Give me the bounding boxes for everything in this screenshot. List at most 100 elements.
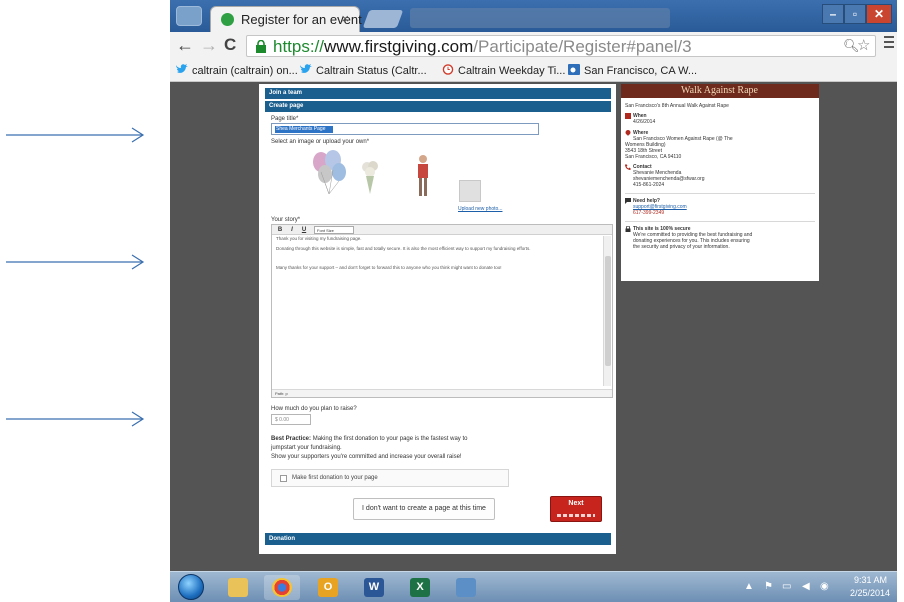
start-button[interactable] [178, 574, 204, 600]
outlook-icon: O [318, 578, 338, 597]
flag-icon[interactable]: ⚑ [764, 581, 773, 592]
twitter-bird-icon [300, 64, 312, 73]
minimize-button[interactable]: – [822, 4, 844, 24]
goal-label: How much do you plan to raise? [271, 406, 357, 412]
registration-form: Join a team Create page Page title* Shea… [259, 84, 616, 554]
maximize-button[interactable]: ▫ [844, 4, 866, 24]
chrome-menu-icon[interactable] [884, 36, 894, 50]
bold-button[interactable]: B [275, 226, 285, 234]
editor-status-bar: Path: p [272, 389, 612, 397]
tray-expand-icon[interactable]: ▲ [744, 581, 754, 592]
forward-arrow-icon[interactable]: → [200, 35, 218, 56]
taskbar-explorer[interactable] [220, 575, 256, 600]
balloons-image-option[interactable] [309, 150, 349, 196]
story-text-line: Many thanks for your support – and don't… [276, 265, 502, 270]
right-margin [897, 0, 904, 602]
story-editor[interactable]: B I U Font Size Thank you for visiting m… [271, 224, 613, 398]
url-text: https://www.firstgiving.com/Participate/… [273, 37, 692, 56]
taskbar-app[interactable] [448, 575, 484, 600]
next-button-label: Next [568, 500, 584, 507]
globe-icon[interactable]: ◉ [820, 581, 829, 592]
taskbar-excel[interactable]: X [402, 575, 438, 600]
twitter-bird-icon [176, 64, 188, 73]
browser-toolbar: ← → C https://www.firstgiving.com/Partic… [170, 32, 897, 60]
annotation-arrow-icon [6, 411, 145, 427]
page-title-value: Shea Merchants Page [275, 126, 333, 133]
skip-create-page-button[interactable]: I don't want to create a page at this ti… [353, 498, 495, 520]
phone-icon [625, 164, 631, 170]
bookmark-item[interactable]: San Francisco, CA W... [568, 64, 697, 77]
divider [625, 193, 815, 194]
taskbar-chrome[interactable] [264, 575, 300, 600]
create-page-section-bar[interactable]: Create page [265, 101, 611, 112]
back-arrow-icon[interactable]: ← [176, 35, 194, 56]
clock-time[interactable]: 9:31 AM [854, 575, 887, 585]
word-icon: W [364, 578, 384, 597]
calendar-icon [625, 113, 631, 119]
tab-close-icon[interactable]: × [341, 11, 349, 26]
first-donation-checkbox[interactable] [280, 475, 287, 482]
folder-icon [228, 578, 248, 597]
join-team-section-bar[interactable]: Join a team [265, 88, 611, 99]
editor-scrollbar[interactable] [603, 236, 611, 386]
page-title-label: Page title* [271, 116, 299, 122]
story-text-line: Donating through this website is simple,… [276, 246, 531, 251]
location-pin-icon [625, 130, 631, 136]
help-phone: 617-399-2349 [633, 210, 665, 216]
bookmark-item[interactable]: Caltrain Weekday Ti... [442, 64, 565, 77]
best-practice-note: Best Practice: Making the first donation… [271, 436, 468, 460]
event-banner: Walk Against Rape [621, 84, 819, 98]
close-window-button[interactable]: ✕ [866, 4, 892, 24]
windows-taskbar: O W X ▲ ⚑ ▭ ◀ ◉ 9:31 AM 2/25/2014 [170, 571, 897, 602]
page-title-input[interactable]: Shea Merchants Page [271, 123, 539, 135]
underline-button[interactable]: U [299, 226, 309, 234]
secure-text: the security and privacy of your informa… [633, 244, 730, 250]
app-window-icon [456, 578, 476, 597]
new-tab-button[interactable] [362, 10, 404, 28]
bookmark-star-icon[interactable]: ☆ [857, 36, 870, 54]
select-image-label: Select an image or upload your own* [271, 139, 370, 145]
editor-toolbar: B I U Font Size [272, 225, 612, 235]
volume-icon[interactable]: ◀ [802, 581, 810, 592]
donation-section-bar[interactable]: Donation [265, 533, 611, 545]
bookmark-item[interactable]: caltrain (caltrain) on... [176, 64, 298, 77]
lock-icon [256, 40, 266, 53]
window-controls: – ▫ ✕ [822, 4, 892, 24]
font-size-select[interactable]: Font Size [314, 226, 354, 234]
flowers-image-option[interactable] [359, 160, 381, 196]
browser-user-icon[interactable] [176, 6, 202, 26]
upload-placeholder-image[interactable] [459, 180, 481, 202]
first-donation-option[interactable]: Make first donation to your page [271, 469, 509, 487]
story-text-line: Thank you for visiting my fundraising pa… [276, 236, 362, 241]
best-practice-title: Best Practice: [271, 436, 312, 442]
divider [625, 221, 815, 222]
goal-amount-input[interactable]: $ 0.00 [271, 414, 311, 425]
padlock-icon [625, 226, 631, 232]
reload-icon[interactable]: C [224, 35, 236, 55]
bookmarks-bar: caltrain (caltrain) on... Caltrain Statu… [170, 60, 897, 82]
event-name: San Francisco's 8th Annual Walk Against … [625, 103, 729, 109]
event-info-card: Walk Against Rape San Francisco's 8th An… [621, 84, 819, 281]
network-icon[interactable]: ▭ [782, 581, 791, 592]
address-bar[interactable]: https://www.firstgiving.com/Participate/… [246, 35, 876, 57]
editor-scroll-thumb[interactable] [605, 256, 611, 366]
contact-phone: 415-861-2024 [633, 182, 665, 188]
italic-button[interactable]: I [287, 226, 297, 234]
chrome-icon [272, 578, 292, 597]
taskbar-outlook[interactable]: O [310, 575, 346, 600]
taskbar-word[interactable]: W [356, 575, 392, 600]
background-tab[interactable] [410, 8, 670, 28]
tab-register-event[interactable]: Register for an event × [210, 6, 362, 32]
runner-image-option[interactable] [413, 154, 433, 198]
annotation-margin [0, 0, 170, 602]
clock-icon [442, 64, 454, 75]
next-button[interactable]: Next [550, 496, 602, 522]
firstgiving-favicon-icon [221, 13, 234, 26]
annotation-arrow-icon [6, 127, 145, 143]
upload-photo-link[interactable]: Upload new photo... [458, 206, 502, 212]
clock-date[interactable]: 2/25/2014 [850, 588, 890, 598]
annotation-arrow-icon [6, 254, 145, 270]
browser-titlebar[interactable]: Register for an event × – ▫ ✕ [170, 0, 897, 32]
bookmark-item[interactable]: Caltrain Status (Caltr... [300, 64, 427, 77]
when-value: 4/26/2014 [633, 119, 656, 125]
